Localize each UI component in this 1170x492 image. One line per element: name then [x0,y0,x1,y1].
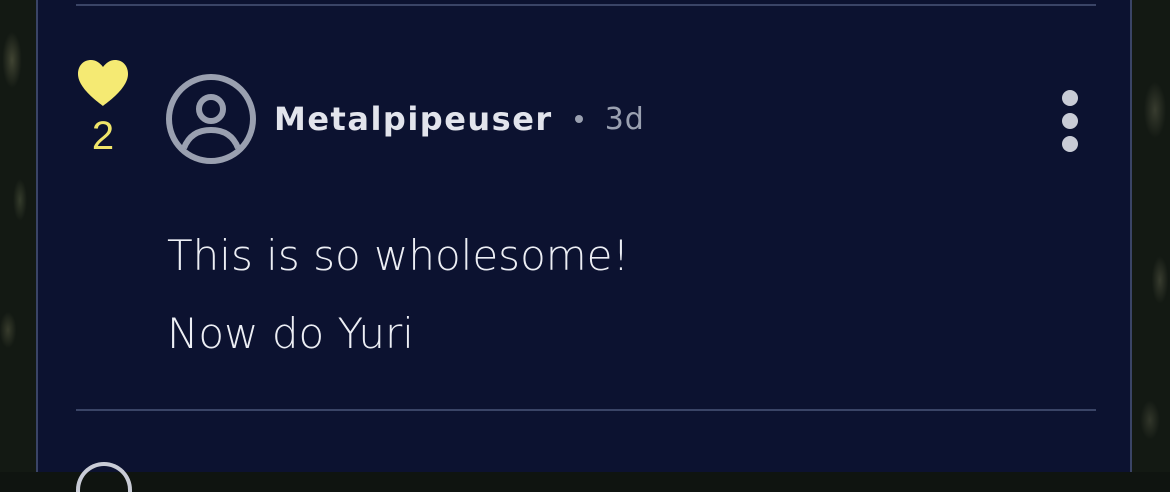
more-options-button[interactable] [1055,90,1085,152]
separator-dot [574,115,583,123]
comment-card: 2 Metalpipeuser 3d This is so wholesome!… [36,0,1132,492]
more-vertical-icon-dot [1062,136,1078,152]
comment-line: Now do Yuri [167,309,414,358]
heart-icon[interactable] [75,58,131,108]
partial-icon [76,462,132,492]
more-vertical-icon [1062,90,1078,106]
comment-meta: Metalpipeuser 3d [274,96,645,142]
more-vertical-icon-dot [1062,113,1078,129]
vote-count: 2 [91,114,115,158]
user-avatar-icon[interactable] [165,73,257,165]
divider-top [76,4,1096,6]
comment-line: This is so wholesome! [167,231,630,280]
timestamp: 3d [604,101,645,137]
divider-bottom [76,409,1096,411]
username-link[interactable]: Metalpipeuser [274,100,553,138]
comment-body: This is so wholesome! Now do Yuri [167,228,629,362]
vote-control: 2 [74,58,132,156]
